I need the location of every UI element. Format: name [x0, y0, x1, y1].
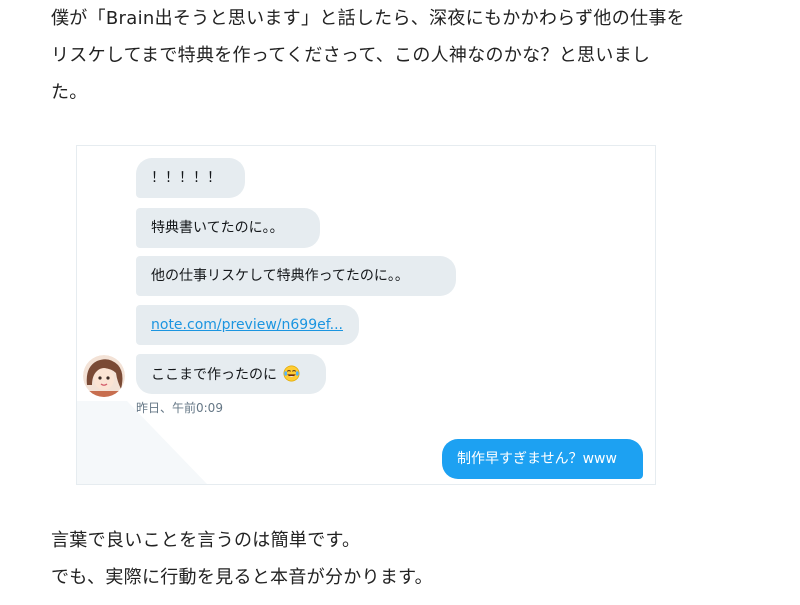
laughing-tears-emoji-icon — [283, 365, 300, 382]
message-text: 他の仕事リスケして特典作ってたのに。。 — [151, 268, 409, 284]
intro-line-3: た。 — [51, 82, 88, 103]
outro-line-2: でも、実際に行動を見ると本音が分かります。 — [51, 567, 433, 588]
avatar[interactable] — [83, 355, 125, 397]
message-text: ！！！！！ — [151, 170, 221, 186]
message-text: 特典書いてたのに。。 — [151, 220, 284, 236]
message-text: 制作早すぎません？www — [457, 451, 617, 467]
received-message-bubble: ！！！！！ — [136, 158, 245, 198]
intro-line-2: リスケしてまで特典を作ってくださって、この人神なのかな？と思いまし — [51, 45, 651, 66]
message-link[interactable]: note.com/preview/n699ef... — [151, 317, 343, 333]
outro-line-1: 言葉で良いことを言うのは簡単です。 — [51, 530, 361, 551]
received-message-bubble: ここまで作ったのに — [136, 354, 326, 394]
dm-screenshot: ！！！！！ 特典書いてたのに。。 他の仕事リスケして特典作ってたのに。。 not… — [76, 145, 656, 485]
received-message-bubble: 他の仕事リスケして特典作ってたのに。。 — [136, 256, 456, 296]
received-link-bubble[interactable]: note.com/preview/n699ef... — [136, 305, 359, 345]
intro-paragraph: 僕が「Brain出そうと思います」と話したら、深夜にもかかわらず他の仕事を リス… — [51, 0, 685, 111]
outro-paragraph: 言葉で良いことを言うのは簡単です。 でも、実際に行動を見ると本音が分かります。 — [51, 522, 433, 596]
received-message-bubble: 特典書いてたのに。。 — [136, 208, 320, 248]
sent-message-bubble: 制作早すぎません？www — [442, 439, 643, 479]
message-text: ここまで作ったのに — [151, 367, 277, 383]
intro-line-1: 僕が「Brain出そうと思います」と話したら、深夜にもかかわらず他の仕事を — [51, 8, 685, 29]
message-timestamp: 昨日、午前0:09 — [136, 401, 223, 415]
